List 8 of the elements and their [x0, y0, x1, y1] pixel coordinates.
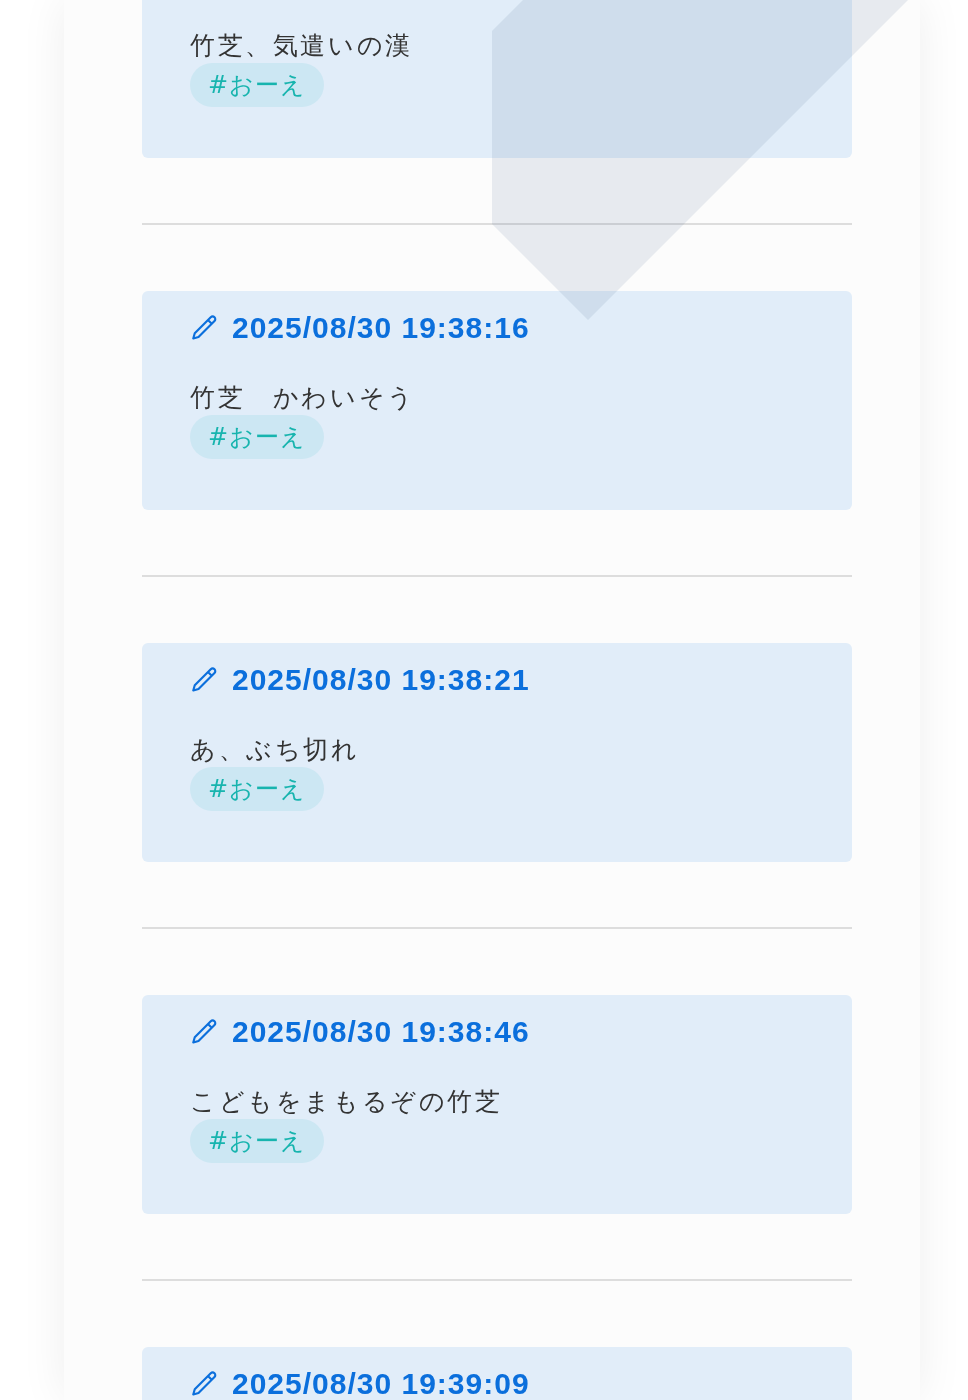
post-text: こどもをまもるぞの竹芝: [190, 1086, 504, 1118]
post-text: 竹芝、気遣いの漢: [190, 30, 414, 62]
timestamp-link[interactable]: 2025/08/30 19:38:46: [190, 1017, 530, 1047]
post-text: あ、ぶち切れ: [190, 734, 361, 766]
timestamp-link[interactable]: 2025/08/30 19:38:16: [190, 313, 530, 343]
post-text: 竹芝 かわいそう: [190, 382, 417, 414]
timestamp-link[interactable]: 2025/08/30 19:39:09: [190, 1369, 530, 1399]
timestamp-link[interactable]: 2025/08/30 19:38:21: [190, 665, 530, 695]
